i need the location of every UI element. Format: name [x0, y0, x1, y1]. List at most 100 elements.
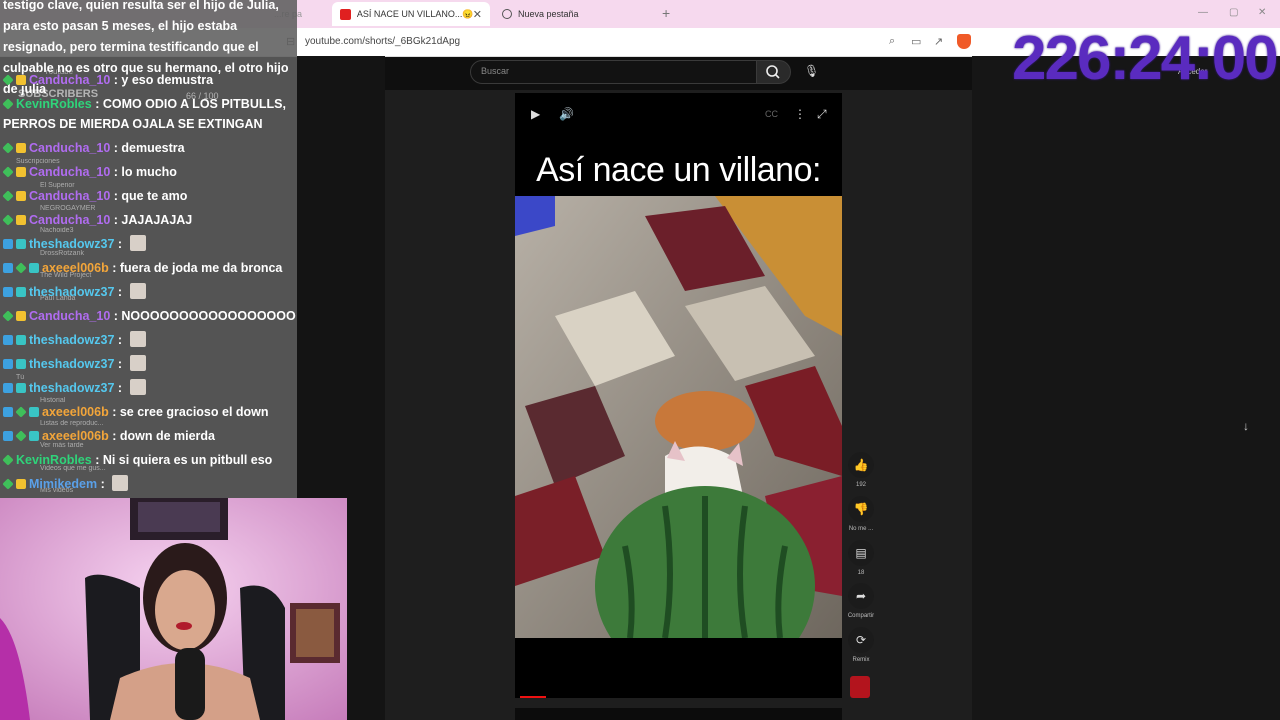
webcam-image: [0, 498, 347, 720]
chat-separator: :: [114, 237, 126, 251]
thumbs-down-icon: 👎: [848, 496, 874, 522]
chat-badge-icon: [15, 430, 27, 442]
like-button[interactable]: 👍 192: [846, 452, 876, 488]
close-window-button[interactable]: ✕: [1258, 7, 1266, 18]
chat-username[interactable]: Canducha_10: [29, 73, 110, 87]
chat-text: lo mucho: [121, 165, 177, 179]
chat-separator: :: [110, 141, 122, 155]
chat-message: theshadowz37 :: [3, 378, 295, 398]
tab-new-tab[interactable]: Nueva pestaña: [494, 2, 662, 26]
comment-icon: ▤: [848, 540, 874, 566]
chat-badge-icon: [3, 431, 13, 441]
brave-shields-icon[interactable]: [957, 34, 971, 49]
video-scene-image: [515, 196, 842, 638]
chat-separator: :: [110, 189, 122, 203]
remix-icon: ⟳: [848, 627, 874, 653]
chat-username[interactable]: Canducha_10: [29, 309, 110, 323]
tab-close-icon[interactable]: ✕: [473, 8, 482, 21]
volume-icon[interactable]: 🔊: [559, 107, 574, 121]
more-options-icon[interactable]: ⋮: [794, 107, 806, 121]
chat-separator: :: [97, 477, 109, 491]
chat-username[interactable]: Mimikedem: [29, 477, 97, 491]
shorts-player[interactable]: ▶ 🔊 CC ⋮ ⤢ Así nace un villano:: [515, 93, 842, 698]
share-button[interactable]: ➦ Compartir: [846, 583, 876, 619]
chat-badge-icon: [3, 263, 13, 273]
chat-emote-icon: [129, 355, 146, 371]
maximize-button[interactable]: ▢: [1229, 7, 1238, 18]
chat-username[interactable]: theshadowz37: [29, 237, 114, 251]
minimize-button[interactable]: —: [1198, 7, 1208, 18]
search-button[interactable]: [756, 60, 791, 84]
chat-separator: :: [108, 405, 120, 419]
chat-message: KevinRobles : COMO ODIO A LOS PITBULLS, …: [2, 94, 295, 134]
next-short-arrow-icon[interactable]: ↓: [1243, 419, 1249, 433]
cast-icon[interactable]: ▭: [911, 35, 921, 48]
search-input[interactable]: Buscar: [470, 60, 758, 84]
chat-text: demuestra: [121, 141, 185, 155]
video-title: Así nace un villano:: [536, 151, 821, 189]
chat-badge-icon: [16, 335, 26, 345]
chat-badge-icon: [15, 262, 27, 274]
chat-badge-icon: [2, 454, 14, 466]
chat-badge-icon: [2, 98, 14, 110]
chat-badge-icon: [16, 191, 26, 201]
chat-message: Canducha_10 : y eso demustra: [2, 70, 295, 90]
chat-badge-icon: [2, 310, 14, 322]
comments-button[interactable]: ▤ 18: [846, 540, 876, 576]
dislike-button[interactable]: 👎 No me ...: [846, 496, 876, 532]
chat-badge-icon: [29, 431, 39, 441]
chat-username[interactable]: axeeel006b: [42, 429, 109, 443]
chat-username[interactable]: Canducha_10: [29, 213, 110, 227]
play-icon[interactable]: ▶: [531, 107, 540, 121]
microphone-icon[interactable]: 🎙: [804, 64, 819, 78]
chat-separator: :: [91, 97, 103, 111]
chat-separator: :: [110, 73, 122, 87]
next-short-preview: [515, 708, 842, 720]
chat-text: JAJAJAJAJ: [121, 213, 193, 227]
chat-message: theshadowz37 :: [3, 234, 295, 254]
chat-badge-icon: [16, 383, 26, 393]
chat-separator: :: [114, 333, 126, 347]
chat-text: Ni si quiera es un pitbull eso: [102, 453, 273, 467]
zoom-icon[interactable]: ⌕: [889, 35, 895, 48]
stream-timer: 226:24:00: [1012, 24, 1279, 93]
chat-badge-icon: [2, 142, 14, 154]
chat-username[interactable]: Canducha_10: [29, 189, 110, 203]
progress-bar[interactable]: [520, 696, 546, 698]
chat-message: Mimikedem :: [2, 474, 295, 494]
chat-username[interactable]: theshadowz37: [29, 333, 114, 347]
chat-badge-icon: [2, 74, 14, 86]
chat-username[interactable]: Canducha_10: [29, 141, 110, 155]
chat-username[interactable]: theshadowz37: [29, 285, 114, 299]
chat-separator: :: [91, 453, 103, 467]
chat-emote-icon: [129, 235, 146, 251]
tab-youtube-short[interactable]: ASÍ NACE UN VILLANO...😠 #tr ✕: [332, 2, 490, 26]
thumbs-up-icon: 👍: [848, 452, 874, 478]
search-placeholder: Buscar: [481, 66, 510, 76]
chat-separator: :: [114, 357, 126, 371]
chat-emote-icon: [129, 283, 146, 299]
captions-icon[interactable]: CC: [765, 109, 778, 119]
chat-badge-icon: [3, 383, 13, 393]
chat-message: theshadowz37 :: [3, 354, 295, 374]
chat-username[interactable]: axeeel006b: [42, 405, 109, 419]
fullscreen-icon[interactable]: ⤢: [817, 107, 827, 122]
sound-thumbnail[interactable]: [850, 676, 870, 698]
chat-message: theshadowz37 :: [3, 330, 295, 350]
chat-username[interactable]: theshadowz37: [29, 357, 114, 371]
chat-username[interactable]: KevinRobles: [16, 97, 92, 111]
chat-badge-icon: [15, 406, 27, 418]
chat-badge-icon: [16, 239, 26, 249]
chat-emote-icon: [129, 379, 146, 395]
video-frame: [515, 196, 842, 638]
chat-username[interactable]: KevinRobles: [16, 453, 92, 467]
chat-username[interactable]: theshadowz37: [29, 381, 114, 395]
shield-icon: [502, 9, 512, 19]
chat-message: Canducha_10 : lo mucho: [2, 162, 295, 182]
chat-username[interactable]: axeeel006b: [42, 261, 109, 275]
share-page-icon[interactable]: ↗: [934, 35, 943, 48]
new-tab-button[interactable]: +: [662, 5, 670, 21]
url-field[interactable]: youtube.com/shorts/_6BGk21dApg: [305, 36, 460, 47]
remix-button[interactable]: ⟳ Remix: [846, 627, 876, 663]
chat-username[interactable]: Canducha_10: [29, 165, 110, 179]
